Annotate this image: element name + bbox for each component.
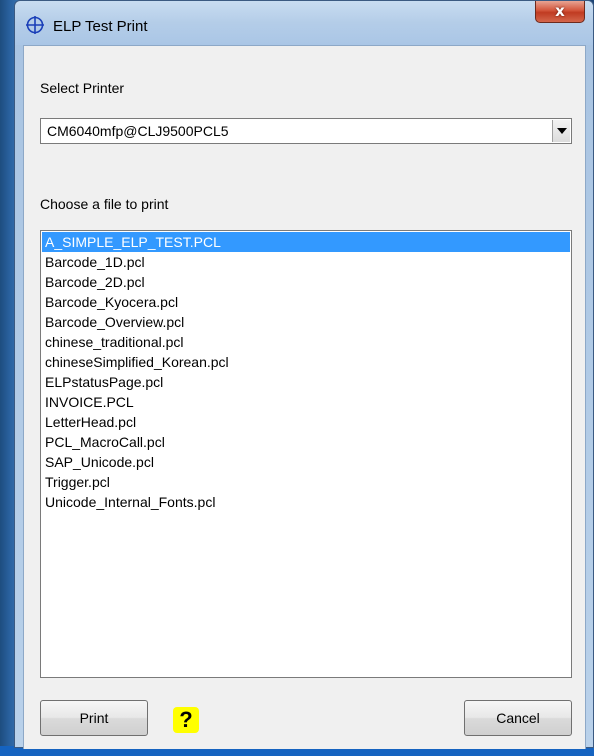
window-title: ELP Test Print (53, 18, 148, 35)
file-list-item[interactable]: PCL_MacroCall.pcl (42, 432, 570, 452)
file-list-item[interactable]: LetterHead.pcl (42, 412, 570, 432)
printer-select[interactable]: CM6040mfp@CLJ9500PCL5 (40, 118, 572, 144)
dialog-body: Select Printer CM6040mfp@CLJ9500PCL5 Cho… (23, 45, 586, 749)
close-button[interactable]: x (535, 1, 585, 23)
elp-test-print-dialog: ELP Test Print x Select Printer CM6040mf… (14, 0, 594, 749)
choose-file-label: Choose a file to print (40, 196, 169, 212)
print-button[interactable]: Print (40, 700, 148, 736)
file-list-item[interactable]: chineseSimplified_Korean.pcl (42, 352, 570, 372)
printer-select-value: CM6040mfp@CLJ9500PCL5 (47, 123, 229, 139)
file-list-item[interactable]: ELPstatusPage.pcl (42, 372, 570, 392)
file-list-item[interactable]: Barcode_Overview.pcl (42, 312, 570, 332)
file-listbox[interactable]: A_SIMPLE_ELP_TEST.PCL Barcode_1D.pcl Barco… (40, 230, 572, 678)
file-list-item[interactable]: Barcode_1D.pcl (42, 252, 570, 272)
file-list-item[interactable]: A_SIMPLE_ELP_TEST.PCL (42, 232, 570, 252)
cancel-button[interactable]: Cancel (464, 700, 572, 736)
crosshair-icon (25, 15, 45, 35)
file-list-item[interactable]: Barcode_Kyocera.pcl (42, 292, 570, 312)
file-list-item[interactable]: INVOICE.PCL (42, 392, 570, 412)
chevron-down-icon (557, 128, 567, 134)
file-list-item[interactable]: Barcode_2D.pcl (42, 272, 570, 292)
file-list-item[interactable]: chinese_traditional.pcl (42, 332, 570, 352)
file-list-item[interactable]: SAP_Unicode.pcl (42, 452, 570, 472)
file-list-item[interactable]: Trigger.pcl (42, 472, 570, 492)
printer-dropdown-button[interactable] (552, 120, 570, 142)
file-list-item[interactable]: Unicode_Internal_Fonts.pcl (42, 492, 570, 512)
title-bar[interactable]: ELP Test Print x (15, 1, 593, 45)
select-printer-label: Select Printer (40, 80, 125, 96)
close-icon: x (555, 2, 565, 20)
help-button[interactable]: ? (173, 707, 199, 733)
